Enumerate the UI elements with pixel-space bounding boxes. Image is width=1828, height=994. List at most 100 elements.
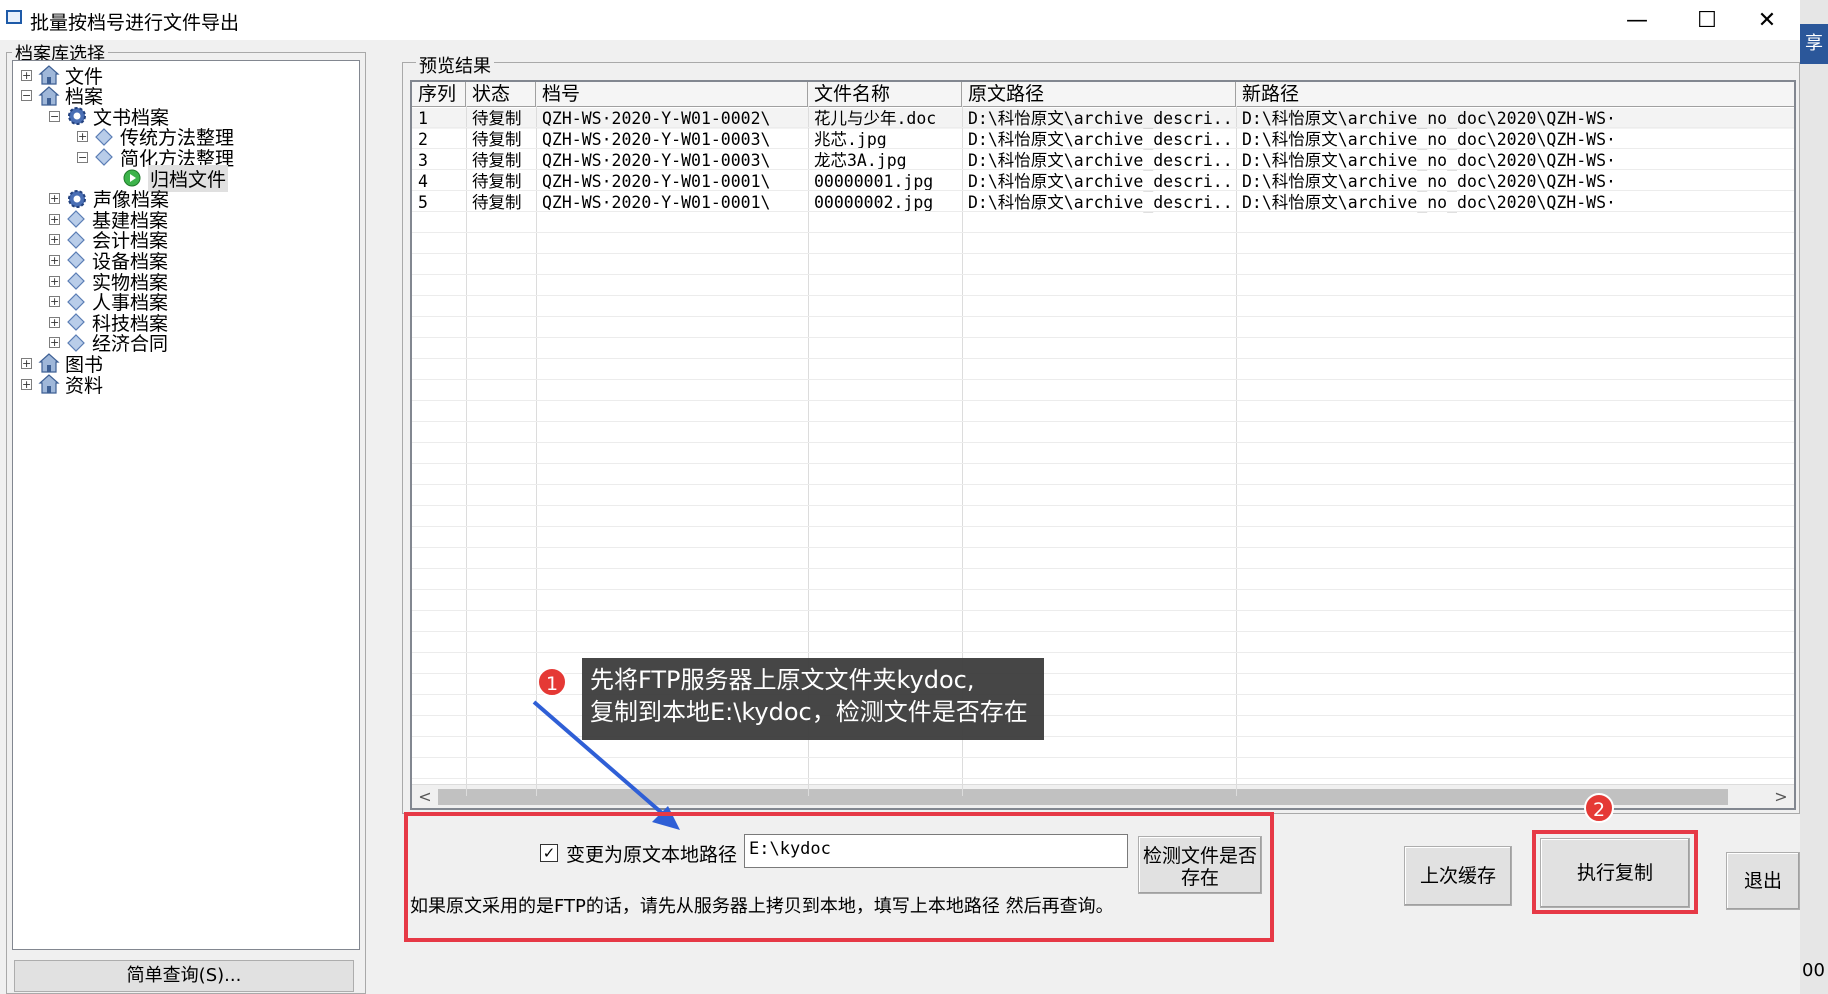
- table-cell: 待复制: [472, 193, 522, 212]
- column-divider: [466, 106, 467, 796]
- table-cell: 1: [418, 109, 428, 128]
- table-cell: 4: [418, 172, 428, 191]
- simple-query-button[interactable]: 简单查询(S)...: [14, 960, 354, 992]
- diamond-icon: [66, 209, 86, 229]
- ftp-hint-text: 如果原文采用的是FTP的话，请先从服务器上拷贝到本地，填写上本地路径 然后再查询…: [410, 896, 1114, 917]
- expand-icon[interactable]: +: [49, 316, 60, 328]
- scroll-left-arrow-icon[interactable]: <: [414, 785, 436, 808]
- row-divider: [412, 526, 1794, 527]
- table-cell: 00000001.jpg: [814, 172, 934, 191]
- row-divider: [412, 463, 1794, 464]
- last-cache-button[interactable]: 上次缓存: [1404, 846, 1512, 906]
- table-row[interactable]: 1 待复制 QZH-WS·2020-Y-W01-0002\ 花儿与少年.doc D:\科…: [412, 108, 1794, 129]
- expand-icon[interactable]: +: [49, 337, 60, 349]
- preview-legend: 预览结果: [416, 52, 494, 78]
- local-path-input[interactable]: E:\kydoc: [744, 834, 1128, 868]
- column-header[interactable]: 状态: [466, 82, 536, 106]
- minimize-button[interactable]: —: [1602, 0, 1672, 40]
- row-divider: [412, 589, 1794, 590]
- app-icon: [6, 10, 22, 24]
- diamond-icon: [94, 147, 114, 167]
- scroll-right-arrow-icon[interactable]: >: [1770, 785, 1792, 808]
- background-tab[interactable]: 享: [1800, 24, 1828, 64]
- table-cell: QZH-WS·2020-Y-W01-0003\: [542, 130, 771, 149]
- diamond-icon: [66, 292, 86, 312]
- collapse-icon[interactable]: −: [77, 151, 88, 163]
- row-divider: [412, 484, 1794, 485]
- collapse-icon[interactable]: −: [49, 110, 60, 122]
- row-divider: [412, 232, 1794, 233]
- table-cell: D:\科怡原文\archive_descri...: [968, 109, 1236, 128]
- background-text: 00: [1802, 960, 1825, 981]
- exit-button[interactable]: 退出: [1726, 852, 1800, 910]
- table-cell: 待复制: [472, 172, 522, 191]
- table-cell: QZH-WS·2020-Y-W01-0001\: [542, 193, 771, 212]
- row-divider: [412, 253, 1794, 254]
- diamond-icon: [66, 230, 86, 250]
- table-cell: D:\科怡原文\archive_no_doc\2020\QZH-WS·: [1242, 172, 1616, 191]
- row-divider: [412, 190, 1794, 191]
- close-button[interactable]: ✕: [1732, 0, 1802, 40]
- table-cell: D:\科怡原文\archive_descri...: [968, 130, 1236, 149]
- row-divider: [412, 295, 1794, 296]
- expand-icon[interactable]: +: [49, 254, 60, 266]
- check-button-line-1: 检测文件是否: [1142, 845, 1257, 867]
- column-divider: [1236, 106, 1237, 796]
- diamond-icon: [66, 271, 86, 291]
- row-divider: [412, 169, 1794, 170]
- window-title: 批量按档号进行文件导出: [30, 12, 240, 34]
- column-header[interactable]: 新路径: [1236, 82, 1794, 106]
- expand-icon[interactable]: +: [49, 234, 60, 246]
- table-cell: D:\科怡原文\archive_descri...: [968, 193, 1236, 212]
- house-icon: [38, 373, 60, 395]
- local-path-checkbox-label: 变更为原文本地路径: [566, 844, 738, 866]
- column-header[interactable]: 序列: [412, 82, 466, 106]
- title-bar: 批量按档号进行文件导出 — ☐ ✕: [0, 0, 1800, 40]
- table-cell: D:\科怡原文\archive_no_doc\2020\QZH-WS·: [1242, 109, 1616, 128]
- row-divider: [412, 505, 1794, 506]
- expand-icon[interactable]: +: [77, 131, 88, 143]
- table-cell: 00000002.jpg: [814, 193, 934, 212]
- table-cell: QZH-WS·2020-Y-W01-0001\: [542, 172, 771, 191]
- archive-tree[interactable]: + 文件 − 档案 − 文书档案 + 传统方法整理 − 简化方法整理 归档文件 + 声像档案 + 基建档案 +…: [12, 60, 360, 950]
- expand-icon[interactable]: +: [49, 213, 60, 225]
- table-row[interactable]: 5 待复制 QZH-WS·2020-Y-W01-0001\ 00000002.jpg D…: [412, 192, 1794, 213]
- row-divider: [412, 148, 1794, 149]
- check-button-line-2: 存在: [1180, 867, 1219, 889]
- local-path-checkbox[interactable]: ✓: [540, 844, 558, 862]
- column-header[interactable]: 文件名称: [808, 82, 962, 106]
- table-cell: D:\科怡原文\archive_no_doc\2020\QZH-WS·: [1242, 130, 1616, 149]
- row-divider: [412, 358, 1794, 359]
- expand-icon[interactable]: +: [21, 69, 32, 81]
- execute-copy-button[interactable]: 执行复制: [1540, 838, 1690, 908]
- table-cell: QZH-WS·2020-Y-W01-0002\: [542, 109, 771, 128]
- row-divider: [412, 547, 1794, 548]
- column-header[interactable]: 档号: [536, 82, 808, 106]
- expand-icon[interactable]: +: [49, 296, 60, 308]
- table-cell: 3: [418, 151, 428, 170]
- table-cell: D:\科怡原文\archive_no_doc\2020\QZH-WS·: [1242, 151, 1616, 170]
- row-divider: [412, 610, 1794, 611]
- check-files-exist-button[interactable]: 检测文件是否 存在: [1138, 836, 1262, 894]
- collapse-icon[interactable]: −: [21, 90, 32, 102]
- table-row[interactable]: 4 待复制 QZH-WS·2020-Y-W01-0001\ 00000001.jpg D…: [412, 171, 1794, 192]
- table-cell: D:\科怡原文\archive_descri...: [968, 172, 1236, 191]
- column-header[interactable]: 原文路径: [962, 82, 1236, 106]
- table-row[interactable]: 2 待复制 QZH-WS·2020-Y-W01-0003\ 兆芯.jpg D:\科怡原文…: [412, 129, 1794, 150]
- table-cell: D:\科怡原文\archive_no_doc\2020\QZH-WS·: [1242, 193, 1616, 212]
- table-cell: 待复制: [472, 109, 522, 128]
- tree-node[interactable]: + 资料: [21, 372, 104, 397]
- row-divider: [412, 274, 1794, 275]
- table-row[interactable]: 3 待复制 QZH-WS·2020-Y-W01-0003\ 龙芯3A.jpg D:\科怡…: [412, 150, 1794, 171]
- row-divider: [412, 400, 1794, 401]
- table-cell: 2: [418, 130, 428, 149]
- expand-icon[interactable]: +: [49, 193, 60, 205]
- row-divider: [412, 337, 1794, 338]
- expand-icon[interactable]: +: [21, 357, 32, 369]
- diamond-icon: [66, 250, 86, 270]
- row-divider: [412, 379, 1794, 380]
- tree-node-label: 资料: [65, 374, 104, 397]
- expand-icon[interactable]: +: [49, 275, 60, 287]
- grid-header: 序列 状态 档号 文件名称 原文路径 新路径: [412, 82, 1794, 107]
- expand-icon[interactable]: +: [21, 378, 32, 390]
